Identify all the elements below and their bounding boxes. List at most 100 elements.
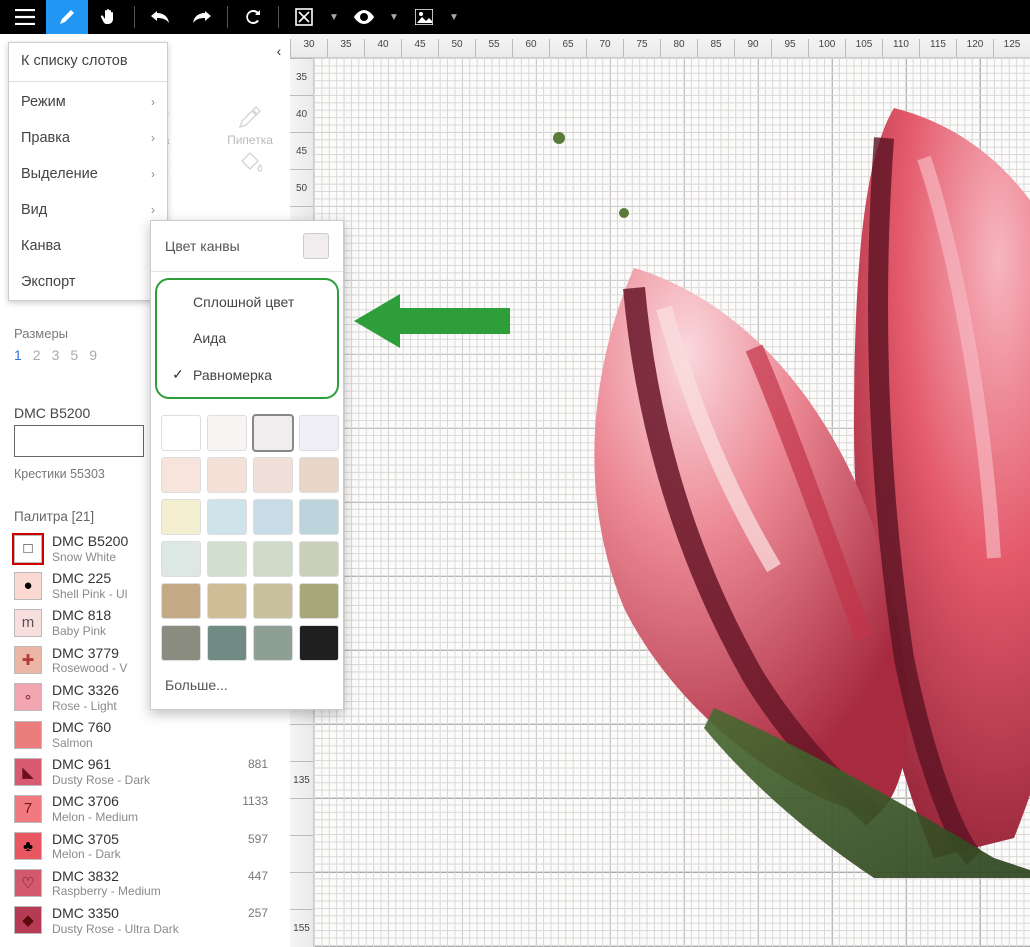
color-swatch[interactable] bbox=[299, 457, 339, 493]
size-option[interactable]: 2 bbox=[33, 347, 41, 363]
palette-code: DMC 760 bbox=[52, 719, 111, 736]
current-color-chip[interactable] bbox=[14, 425, 144, 457]
palette-color-name: Melon - Medium bbox=[52, 810, 138, 824]
menu-item[interactable]: Экспорт› bbox=[9, 264, 167, 300]
color-swatch[interactable] bbox=[207, 541, 247, 577]
redo-icon[interactable] bbox=[181, 0, 223, 34]
color-swatch[interactable] bbox=[253, 541, 293, 577]
menu-item[interactable]: Правка› bbox=[9, 120, 167, 156]
eye-dropdown[interactable]: ▼ bbox=[385, 0, 403, 34]
crossbox-dropdown[interactable]: ▼ bbox=[325, 0, 343, 34]
ruler-h-tick: 115 bbox=[919, 39, 956, 57]
menu-item[interactable]: Канва› bbox=[9, 228, 167, 264]
eye-icon[interactable] bbox=[343, 0, 385, 34]
palette-code: DMC B5200 bbox=[52, 533, 128, 550]
color-swatch[interactable] bbox=[299, 415, 339, 451]
color-swatch[interactable] bbox=[161, 541, 201, 577]
color-swatch[interactable] bbox=[253, 499, 293, 535]
ruler-h-tick: 45 bbox=[401, 39, 438, 57]
color-swatch[interactable] bbox=[161, 625, 201, 661]
image-icon[interactable] bbox=[403, 0, 445, 34]
palette-color-name: Salmon bbox=[52, 736, 111, 750]
palette-code: DMC 961 bbox=[52, 756, 150, 773]
palette-code: DMC 3350 bbox=[52, 905, 179, 922]
menu-item-label: К списку слотов bbox=[21, 53, 128, 69]
color-swatch[interactable] bbox=[161, 499, 201, 535]
eyedropper-icon bbox=[238, 105, 262, 129]
palette-code: DMC 3706 bbox=[52, 793, 138, 810]
canvas-color-label: Цвет канвы bbox=[165, 238, 240, 254]
size-option[interactable]: 5 bbox=[70, 347, 78, 363]
canvas-texture-option[interactable]: ✓Равномерка bbox=[157, 356, 337, 393]
palette-color-name: Shell Pink - Ul bbox=[52, 587, 127, 601]
ruler-h-tick: 90 bbox=[734, 39, 771, 57]
palette-color-name: Rose - Light bbox=[52, 699, 119, 713]
color-swatch[interactable] bbox=[253, 625, 293, 661]
size-option[interactable]: 1 bbox=[14, 347, 22, 363]
color-swatch[interactable] bbox=[299, 625, 339, 661]
ruler-v-tick: 155 bbox=[290, 909, 313, 946]
palette-row[interactable]: ◣DMC 961Dusty Rose - Dark881 bbox=[14, 753, 274, 790]
ruler-v-tick bbox=[290, 835, 313, 872]
palette-color-name: Baby Pink bbox=[52, 624, 111, 638]
pencil-icon[interactable] bbox=[46, 0, 88, 34]
color-swatch[interactable] bbox=[299, 583, 339, 619]
palette-symbol: ◆ bbox=[14, 906, 42, 934]
menu-item[interactable]: Вид› bbox=[9, 192, 167, 228]
palette-count: 1133 bbox=[242, 794, 268, 808]
color-swatch[interactable] bbox=[207, 625, 247, 661]
color-swatch[interactable] bbox=[299, 499, 339, 535]
menu-item-label: Вид bbox=[21, 202, 47, 218]
crossbox-icon[interactable] bbox=[283, 0, 325, 34]
size-option[interactable]: 9 bbox=[89, 347, 97, 363]
color-swatch[interactable] bbox=[253, 415, 293, 451]
color-swatch[interactable] bbox=[161, 457, 201, 493]
palette-code: DMC 3326 bbox=[52, 682, 119, 699]
palette-row[interactable]: DMC 760Salmon bbox=[14, 716, 274, 753]
palette-row[interactable]: 7DMC 3706Melon - Medium1133 bbox=[14, 790, 274, 827]
palette-code: DMC 818 bbox=[52, 607, 111, 624]
hand-icon[interactable] bbox=[88, 0, 130, 34]
color-swatch[interactable] bbox=[207, 415, 247, 451]
canvas-color-preview[interactable] bbox=[303, 233, 329, 259]
option-label: Равномерка bbox=[193, 367, 272, 383]
color-swatch[interactable] bbox=[299, 541, 339, 577]
palette-row[interactable]: ♣DMC 3705Melon - Dark597 bbox=[14, 828, 274, 865]
canvas-texture-options: Сплошной цветАида✓Равномерка bbox=[155, 278, 339, 399]
image-dropdown[interactable]: ▼ bbox=[445, 0, 463, 34]
menu-item[interactable]: К списку слотов bbox=[9, 43, 167, 79]
canvas-area[interactable] bbox=[314, 58, 1030, 947]
canvas-texture-option[interactable]: Сплошной цвет bbox=[157, 284, 337, 320]
palette-symbol: □ bbox=[14, 535, 42, 563]
undo-icon[interactable] bbox=[139, 0, 181, 34]
ruler-v-tick bbox=[290, 798, 313, 835]
color-swatch[interactable] bbox=[161, 415, 201, 451]
collapse-panel-icon[interactable]: ‹ bbox=[270, 42, 288, 60]
palette-color-name: Rosewood - V bbox=[52, 661, 127, 675]
palette-color-name: Dusty Rose - Ultra Dark bbox=[52, 922, 179, 936]
menu-icon[interactable] bbox=[4, 0, 46, 34]
palette-symbol bbox=[14, 721, 42, 749]
annotation-arrow bbox=[350, 290, 510, 352]
color-swatch[interactable] bbox=[161, 583, 201, 619]
color-swatch[interactable] bbox=[207, 499, 247, 535]
canvas-texture-option[interactable]: Аида bbox=[157, 320, 337, 356]
ruler-v-tick: 40 bbox=[290, 95, 313, 132]
refresh-icon[interactable] bbox=[232, 0, 274, 34]
color-swatch[interactable] bbox=[253, 457, 293, 493]
menu-item[interactable]: Выделение› bbox=[9, 156, 167, 192]
ruler-v-tick: 35 bbox=[290, 58, 313, 95]
more-colors-link[interactable]: Больше... bbox=[151, 669, 343, 701]
color-swatch[interactable] bbox=[207, 457, 247, 493]
color-swatch[interactable] bbox=[207, 583, 247, 619]
palette-row[interactable]: ♡DMC 3832Raspberry - Medium447 bbox=[14, 865, 274, 902]
palette-count: 447 bbox=[248, 869, 268, 883]
color-swatch[interactable] bbox=[253, 583, 293, 619]
ruler-h-tick: 60 bbox=[512, 39, 549, 57]
palette-row[interactable]: ◆DMC 3350Dusty Rose - Ultra Dark257 bbox=[14, 902, 274, 939]
main-menu: К списку слотовРежим›Правка›Выделение›Ви… bbox=[8, 42, 168, 301]
ruler-h-tick: 30 bbox=[290, 39, 327, 57]
size-option[interactable]: 3 bbox=[52, 347, 60, 363]
ruler-v-tick: 135 bbox=[290, 761, 313, 798]
menu-item[interactable]: Режим› bbox=[9, 84, 167, 120]
